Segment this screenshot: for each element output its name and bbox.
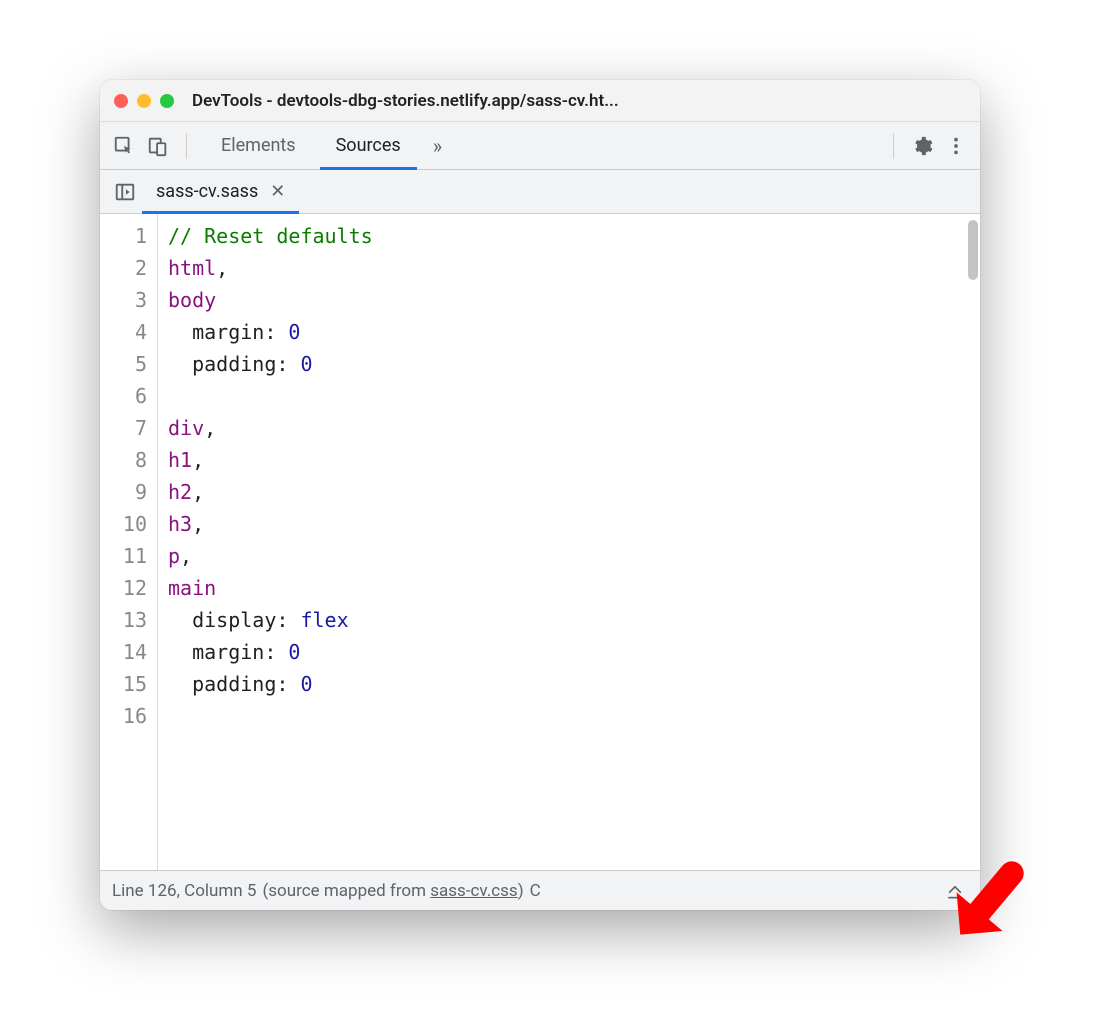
status-bar: Line 126, Column 5 (source mapped from s… xyxy=(100,870,980,910)
titlebar: DevTools - devtools-dbg-stories.netlify.… xyxy=(100,80,980,122)
source-mapped-label: (source mapped from sass-cv.css) xyxy=(262,881,523,901)
code-line[interactable]: // Reset defaults xyxy=(168,220,980,252)
line-number: 16 xyxy=(100,700,147,732)
settings-icon[interactable] xyxy=(908,132,936,160)
file-tab-label: sass-cv.sass xyxy=(156,181,258,202)
line-number: 10 xyxy=(100,508,147,540)
code-line[interactable]: h1, xyxy=(168,444,980,476)
code-content[interactable]: // Reset defaultshtml,body margin: 0 pad… xyxy=(158,214,980,870)
status-trail: C xyxy=(530,881,541,901)
code-line[interactable] xyxy=(168,700,980,732)
code-line[interactable]: display: flex xyxy=(168,604,980,636)
code-line[interactable] xyxy=(168,380,980,412)
drawer-toggle-icon[interactable] xyxy=(942,878,968,904)
separator xyxy=(186,133,187,159)
line-number: 8 xyxy=(100,444,147,476)
close-tab-icon[interactable]: ✕ xyxy=(270,181,285,202)
maximize-window-button[interactable] xyxy=(160,94,174,108)
cursor-position: Line 126, Column 5 xyxy=(112,881,256,901)
line-number: 4 xyxy=(100,316,147,348)
device-toggle-icon[interactable] xyxy=(144,132,172,160)
inspect-icon[interactable] xyxy=(110,132,138,160)
line-gutter: 12345678910111213141516 xyxy=(100,214,158,870)
code-line[interactable]: margin: 0 xyxy=(168,636,980,668)
separator xyxy=(893,133,894,159)
panel-tabs: Elements Sources » xyxy=(201,122,454,169)
file-tabs-bar: sass-cv.sass ✕ xyxy=(100,170,980,214)
code-editor[interactable]: 12345678910111213141516 // Reset default… xyxy=(100,214,980,870)
code-line[interactable]: html, xyxy=(168,252,980,284)
line-number: 12 xyxy=(100,572,147,604)
source-map-link[interactable]: sass-cv.css xyxy=(430,881,517,901)
scrollbar-thumb[interactable] xyxy=(968,220,978,280)
line-number: 5 xyxy=(100,348,147,380)
line-number: 7 xyxy=(100,412,147,444)
toolbar-right xyxy=(885,132,970,160)
line-number: 9 xyxy=(100,476,147,508)
more-tabs-icon[interactable]: » xyxy=(421,134,454,158)
code-line[interactable]: padding: 0 xyxy=(168,348,980,380)
code-line[interactable]: margin: 0 xyxy=(168,316,980,348)
line-number: 2 xyxy=(100,252,147,284)
code-line[interactable]: h3, xyxy=(168,508,980,540)
code-line[interactable]: body xyxy=(168,284,980,316)
line-number: 1 xyxy=(100,220,147,252)
tab-elements[interactable]: Elements xyxy=(201,122,316,169)
minimize-window-button[interactable] xyxy=(137,94,151,108)
window-controls xyxy=(114,94,174,108)
kebab-menu-icon[interactable] xyxy=(942,132,970,160)
close-window-button[interactable] xyxy=(114,94,128,108)
line-number: 11 xyxy=(100,540,147,572)
code-line[interactable]: p, xyxy=(168,540,980,572)
line-number: 15 xyxy=(100,668,147,700)
file-tab-sass-cv[interactable]: sass-cv.sass ✕ xyxy=(142,170,299,213)
line-number: 13 xyxy=(100,604,147,636)
code-line[interactable]: div, xyxy=(168,412,980,444)
code-line[interactable]: padding: 0 xyxy=(168,668,980,700)
code-line[interactable]: h2, xyxy=(168,476,980,508)
line-number: 14 xyxy=(100,636,147,668)
tab-sources[interactable]: Sources xyxy=(316,122,421,169)
window-title: DevTools - devtools-dbg-stories.netlify.… xyxy=(192,91,966,111)
devtools-window: DevTools - devtools-dbg-stories.netlify.… xyxy=(100,80,980,910)
line-number: 3 xyxy=(100,284,147,316)
code-line[interactable]: main xyxy=(168,572,980,604)
line-number: 6 xyxy=(100,380,147,412)
main-toolbar: Elements Sources » xyxy=(100,122,980,170)
navigator-toggle-icon[interactable] xyxy=(108,170,142,213)
